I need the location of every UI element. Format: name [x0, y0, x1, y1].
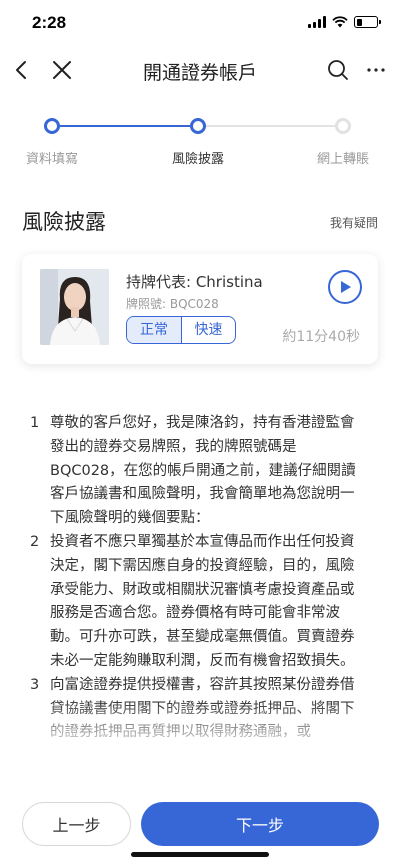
agent-license: 牌照號: BQC028 [126, 297, 219, 311]
speed-fast-option[interactable]: 快速 [181, 317, 235, 343]
status-bar: 2:28 [0, 0, 400, 44]
step-connector-todo [198, 125, 343, 127]
home-indicator [131, 852, 269, 857]
status-time: 2:28 [32, 13, 67, 32]
section-title: 風險披露 [22, 210, 106, 234]
search-icon [328, 60, 348, 80]
play-button[interactable] [328, 270, 362, 304]
paragraph-number: 3 [30, 676, 40, 693]
help-link[interactable]: 我有疑問 [330, 214, 378, 231]
risk-disclosure-transcript[interactable]: 1 尊敬的客戶您好，我是陳洛鈞，持有香港證監會發出的證券交易牌照，我的牌照號碼是… [30, 412, 366, 750]
audio-duration: 約11分40秒 [282, 329, 360, 345]
step-connector-done [52, 125, 198, 127]
previous-step-button[interactable]: 上一步 [22, 802, 131, 846]
step-progress: 資料填寫 風險披露 網上轉賬 [0, 112, 400, 172]
status-icons [308, 16, 381, 28]
more-button[interactable] [362, 56, 390, 84]
agent-name: 持牌代表: Christina [126, 273, 263, 291]
next-step-button[interactable]: 下一步 [141, 802, 379, 846]
nav-bar: 開通證券帳戶 [0, 44, 400, 96]
agent-card: 持牌代表: Christina 牌照號: BQC028 正常 快速 約11分40… [22, 254, 378, 364]
cellular-signal-icon [308, 16, 326, 28]
step-3-indicator [335, 118, 351, 134]
step-2-label: 風險披露 [171, 152, 224, 167]
transcript-paragraph: 2 投資者不應只單獨基於本宣傳品而作出任何投資決定，閣下需因應自身的投資經驗，目… [30, 531, 366, 674]
transcript-paragraph: 1 尊敬的客戶您好，我是陳洛鈞，持有香港證監會發出的證券交易牌照，我的牌照號碼是… [30, 412, 366, 531]
paragraph-text: 投資者不應只單獨基於本宣傳品而作出任何投資決定，閣下需因應自身的投資經驗，目的，… [50, 533, 355, 669]
more-icon [367, 68, 385, 72]
search-button[interactable] [324, 56, 352, 84]
paragraph-number: 1 [30, 415, 40, 431]
speed-normal-option[interactable]: 正常 [127, 317, 181, 343]
paragraph-text: 尊敬的客戶您好，我是陳洛鈞，持有香港證監會發出的證券交易牌照，我的牌照號碼是BQ… [50, 415, 356, 527]
step-1-indicator [44, 118, 60, 134]
step-1-label: 資料填寫 [25, 152, 78, 167]
step-3-label: 網上轉賬 [316, 152, 369, 167]
transcript-paragraph: 3 向富途證券提供授權書，容許其按照某份證券借貸協議書使用閣下的證券或證券抵押品… [30, 674, 366, 745]
paragraph-number: 2 [30, 533, 40, 550]
battery-icon [354, 16, 381, 28]
step-2-indicator [190, 118, 206, 134]
wifi-icon [332, 16, 348, 28]
paragraph-text: 向富途證券提供授權書，容許其按照某份證券借貸協議書使用閣下的證券或證券抵押品、將… [50, 676, 355, 741]
agent-avatar [40, 269, 109, 345]
playback-speed-toggle: 正常 快速 [126, 316, 236, 344]
play-icon [341, 281, 351, 293]
